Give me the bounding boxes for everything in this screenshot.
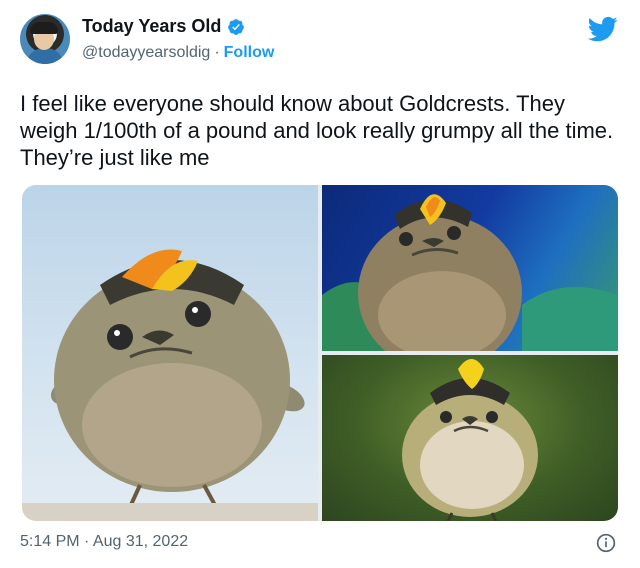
- goldcrest-photo-1[interactable]: [22, 185, 318, 521]
- follow-button[interactable]: Follow: [224, 44, 275, 62]
- tweet-timestamp[interactable]: 5:14 PM · Aug 31, 2022: [20, 533, 188, 551]
- goldcrest-photo-2[interactable]: [322, 185, 618, 351]
- tweet-text: I feel like everyone should know about G…: [20, 91, 614, 170]
- separator-dot: ·: [214, 44, 220, 61]
- author-display-name[interactable]: Today Years Old: [82, 16, 221, 37]
- avatar[interactable]: [20, 14, 70, 64]
- author-handle[interactable]: @todayyearsoldig: [82, 44, 210, 62]
- verified-badge-icon: [228, 18, 245, 35]
- info-icon[interactable]: [596, 533, 616, 553]
- twitter-bird-icon[interactable]: [586, 14, 620, 44]
- goldcrest-illustration-2: [322, 194, 618, 351]
- goldcrest-illustration-3: [402, 359, 538, 521]
- media-grid: [22, 185, 618, 521]
- goldcrest-illustration-1: [22, 249, 318, 521]
- author-handle-row: @todayyearsoldig · Follow: [82, 44, 274, 62]
- avatar-shirt: [26, 48, 64, 64]
- avatar-hair: [30, 22, 58, 34]
- author-name-row: Today Years Old: [82, 16, 245, 37]
- goldcrest-photo-3[interactable]: [322, 355, 618, 521]
- tweet-card: Today Years Old @todayyearsoldig · Follo…: [0, 0, 640, 568]
